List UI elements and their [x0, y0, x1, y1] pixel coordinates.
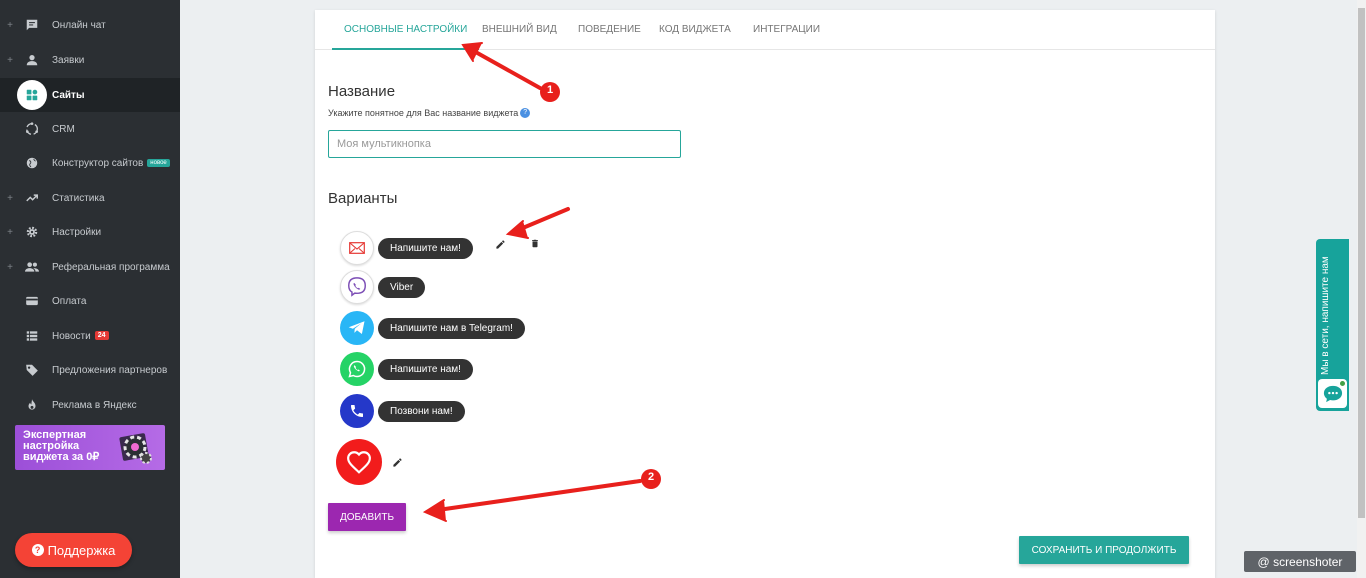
- phone-icon: [340, 394, 374, 428]
- sidebar-item-label: Оплата: [52, 295, 87, 307]
- gear-icon: [22, 222, 42, 242]
- widget-settings-card: ОСНОВНЫЕ НАСТРОЙКИ ВНЕШНИЙ ВИД ПОВЕДЕНИЕ…: [315, 10, 1215, 578]
- sidebar-item-statistics[interactable]: + Статистика: [0, 181, 180, 215]
- variant-label: Позвони нам!: [378, 400, 465, 422]
- sidebar-item-referral[interactable]: + Реферальная программа: [0, 250, 180, 284]
- settings-tabs: ОСНОВНЫЕ НАСТРОЙКИ ВНЕШНИЙ ВИД ПОВЕДЕНИЕ…: [315, 10, 1215, 50]
- expand-plus-icon: +: [7, 19, 13, 31]
- variants-section-title: Варианты: [328, 190, 398, 207]
- sidebar-item-label: Предложения партнеров: [52, 364, 168, 376]
- sidebar-item-label: Реферальная программа: [52, 261, 170, 273]
- add-button[interactable]: ДОБАВИТЬ: [328, 503, 406, 531]
- tab-widget-code[interactable]: КОД ВИДЖЕТА: [659, 10, 731, 50]
- sidebar-item-settings[interactable]: + Настройки: [0, 215, 180, 249]
- variant-item[interactable]: Позвони нам!: [340, 394, 465, 428]
- expand-plus-icon: +: [7, 261, 13, 273]
- trending-icon: [22, 188, 42, 208]
- widget-name-input[interactable]: [328, 130, 681, 158]
- sidebar-item-label: Настройки: [52, 226, 102, 238]
- sidebar-item-label: CRM: [52, 123, 75, 135]
- expert-setup-banner[interactable]: Экспертная настройка виджета за 0₽: [15, 425, 165, 470]
- sidebar-item-label: Новости: [52, 330, 91, 342]
- sidebar-item-news[interactable]: Новости 24: [0, 319, 180, 353]
- sidebar-item-label: Конструктор сайтов: [52, 157, 144, 169]
- tag-icon: [22, 360, 42, 380]
- tab-integrations[interactable]: ИНТЕГРАЦИИ: [753, 10, 820, 50]
- sidebar-item-partners[interactable]: Предложения партнеров: [0, 353, 180, 387]
- sidebar: + Онлайн чат + Заявки Сайты CRM Конструк…: [0, 0, 180, 578]
- pencil-icon[interactable]: [391, 456, 403, 468]
- page-scrollbar[interactable]: [1357, 0, 1366, 578]
- heart-icon: [347, 451, 371, 474]
- variant-item[interactable]: Viber: [340, 270, 426, 304]
- chat-side-widget[interactable]: Мы в сети, напишите нам: [1316, 239, 1349, 411]
- online-status-dot: [1339, 380, 1346, 387]
- sidebar-item-label: Реклама в Яндекс: [52, 399, 137, 411]
- screenshoter-watermark: @ screenshoter: [1244, 551, 1356, 572]
- sidebar-item-payment[interactable]: Оплата: [0, 284, 180, 318]
- expand-plus-icon: +: [7, 192, 13, 204]
- viber-icon: [340, 270, 374, 304]
- name-section-title: Название: [328, 83, 396, 100]
- variant-item[interactable]: Напишите нам в Telegram!: [340, 311, 525, 345]
- sidebar-item-sites[interactable]: Сайты: [0, 78, 180, 112]
- sidebar-item-online-chat[interactable]: + Онлайн чат: [0, 8, 180, 42]
- tab-basic-settings[interactable]: ОСНОВНЫЕ НАСТРОЙКИ: [332, 10, 480, 50]
- save-and-continue-button[interactable]: СОХРАНИТЬ И ПРОДОЛЖИТЬ: [1019, 536, 1189, 564]
- sidebar-item-site-builder[interactable]: Конструктор сайтов новое: [0, 146, 180, 180]
- news-icon: [22, 326, 42, 346]
- question-icon: ?: [31, 544, 44, 556]
- sidebar-item-crm[interactable]: CRM: [0, 112, 180, 146]
- trash-icon[interactable]: [529, 237, 541, 249]
- sidebar-item-yandex-ads[interactable]: Реклама в Яндекс: [0, 388, 180, 422]
- whatsapp-icon: [340, 352, 374, 386]
- help-icon[interactable]: ?: [520, 108, 531, 118]
- expand-plus-icon: +: [7, 226, 13, 238]
- support-label: Поддержка: [47, 542, 116, 558]
- side-widget-text: Мы в сети, напишите нам: [1320, 256, 1331, 375]
- tab-appearance[interactable]: ВНЕШНИЙ ВИД: [482, 10, 557, 50]
- chat-icon: [22, 15, 42, 35]
- fire-icon: [22, 395, 42, 415]
- annotation-marker-1-label: 1: [546, 84, 554, 96]
- people-icon: [22, 257, 42, 277]
- person-icon: [22, 50, 42, 70]
- sidebar-item-label: Сайты: [52, 89, 85, 101]
- variant-label: Напишите нам!: [378, 358, 473, 380]
- variant-label: Напишите нам в Telegram!: [378, 317, 525, 339]
- scrollbar-thumb[interactable]: [1358, 8, 1365, 518]
- annotation-marker-2-label: 2: [647, 471, 655, 483]
- tab-behavior[interactable]: ПОВЕДЕНИЕ: [578, 10, 641, 50]
- sidebar-item-requests[interactable]: + Заявки: [0, 43, 180, 77]
- new-badge: новое: [147, 158, 170, 167]
- pencil-icon[interactable]: [494, 238, 506, 250]
- news-count-badge: 24: [94, 331, 109, 341]
- gear-illustration-icon: [119, 433, 152, 464]
- crm-icon: [22, 119, 42, 139]
- sidebar-item-label: Онлайн чат: [52, 19, 106, 31]
- sites-icon: [17, 80, 47, 110]
- helper-label: Укажите понятное для Вас название виджет…: [328, 108, 519, 118]
- support-button[interactable]: ? Поддержка: [15, 533, 132, 567]
- telegram-icon: [340, 311, 374, 345]
- sidebar-item-label: Заявки: [52, 54, 85, 66]
- expand-plus-icon: +: [7, 54, 13, 66]
- card-icon: [22, 291, 42, 311]
- chat-bubble-icon: [1318, 379, 1347, 408]
- variant-label: Напишите нам!: [378, 237, 473, 259]
- name-helper-text: Укажите понятное для Вас название виджет…: [328, 108, 531, 118]
- variant-item[interactable]: Напишите нам!: [340, 352, 473, 386]
- variant-item[interactable]: Напишите нам!: [340, 231, 473, 265]
- sidebar-item-label: Статистика: [52, 192, 105, 204]
- mail-icon: [340, 231, 374, 265]
- main-widget-button[interactable]: [336, 439, 382, 485]
- variant-label: Viber: [378, 276, 426, 298]
- globe-icon: [22, 153, 42, 173]
